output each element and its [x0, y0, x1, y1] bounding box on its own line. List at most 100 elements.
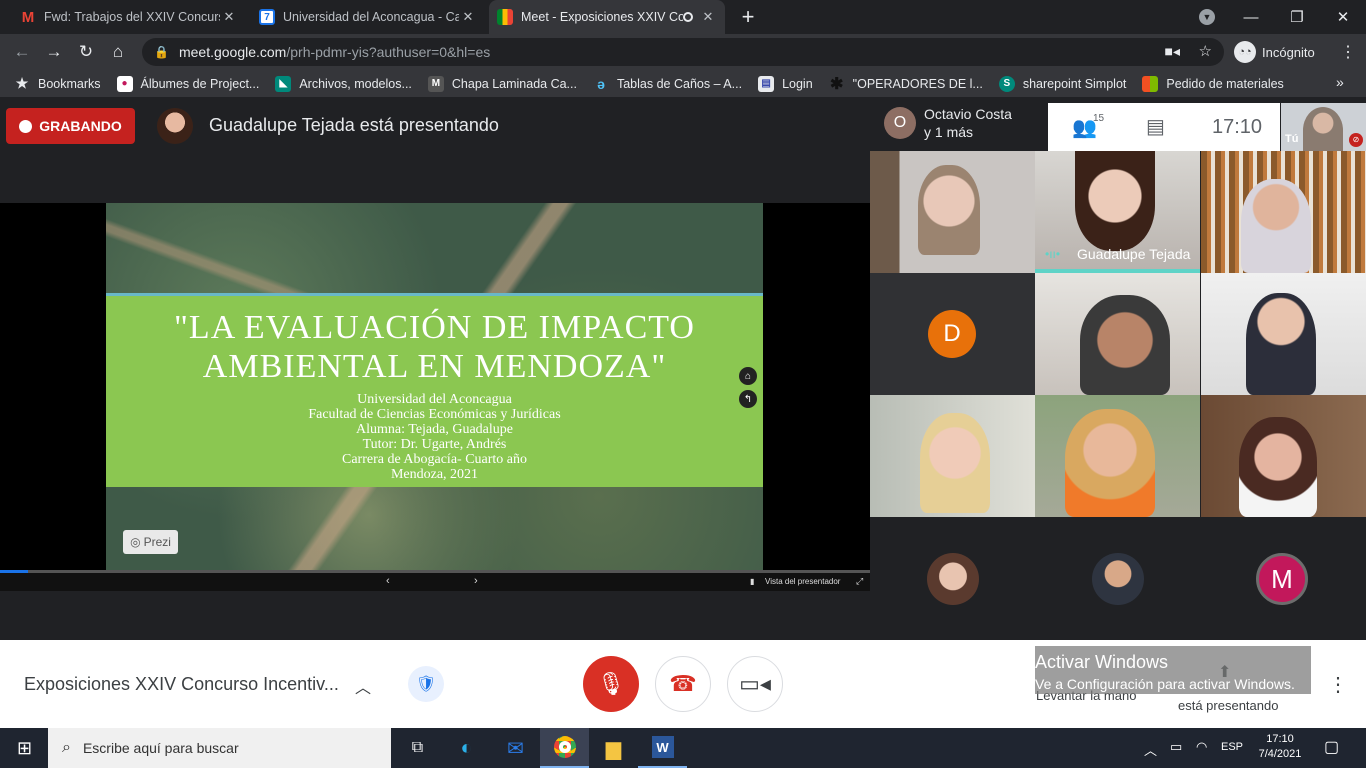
close-window-icon[interactable]: ✕	[1320, 0, 1366, 34]
participant-avatar[interactable]	[927, 553, 979, 605]
tab-gmail[interactable]: M Fwd: Trabajos del XXIV Concurso ✕	[12, 0, 246, 34]
participant-tile[interactable]	[1201, 273, 1366, 395]
participant-tile[interactable]	[1035, 273, 1200, 395]
tab-search-icon[interactable]: ▼	[1199, 9, 1215, 25]
chevron-up-icon[interactable]: ︿	[355, 674, 371, 698]
minimize-icon[interactable]: —	[1228, 0, 1274, 34]
participant-tile[interactable]	[1201, 395, 1366, 517]
close-tab-icon[interactable]: ✕	[459, 9, 477, 25]
reload-icon[interactable]: ↻	[70, 34, 102, 70]
taskbar-search[interactable]: ⌕ Escribe aquí para buscar	[48, 728, 391, 768]
site-icon: ✱	[829, 75, 844, 93]
recording-badge: GRABANDO	[6, 108, 135, 144]
incognito-label: Incógnito	[1262, 44, 1315, 60]
participant-initial-avatar: D	[928, 310, 976, 358]
forward-icon[interactable]: →	[38, 34, 70, 70]
participant-face	[1080, 295, 1170, 395]
mic-off-button[interactable]: 🎙	[583, 656, 639, 712]
next-slide-icon[interactable]: ›	[474, 575, 478, 587]
leave-call-button[interactable]: ☎	[655, 656, 711, 712]
close-tab-icon[interactable]: ✕	[699, 9, 717, 25]
camera-button[interactable]: ▭◂	[727, 656, 783, 712]
calendar-icon: 7	[259, 9, 275, 25]
tab-meet[interactable]: Meet - Exposiciones XXIV Co ✕	[489, 0, 725, 34]
network-icon[interactable]: ◠	[1196, 739, 1207, 755]
participant-tile[interactable]	[870, 151, 1035, 273]
site-icon: M	[427, 75, 444, 92]
participant-face	[1241, 179, 1311, 273]
bookmark-item[interactable]: ◣ Archivos, modelos...	[275, 75, 412, 92]
menu-kebab-icon[interactable]: ⋮	[1332, 34, 1364, 70]
new-tab-icon[interactable]: +	[737, 5, 759, 29]
recording-label: GRABANDO	[39, 118, 122, 134]
camera-blocked-icon[interactable]: ■◂	[1165, 43, 1180, 60]
language-indicator[interactable]: ESP	[1221, 741, 1243, 753]
participant-tile[interactable]: D	[870, 273, 1035, 395]
more-options-icon[interactable]: ⋮	[1328, 672, 1348, 697]
battery-icon[interactable]: ▭	[1170, 739, 1182, 755]
taskbar-clock[interactable]: 17:10 7/4/2021	[1250, 732, 1310, 762]
bookmark-label: Tablas de Caños – A...	[616, 76, 743, 91]
slide-line: Facultad de Ciencias Económicas y Jurídi…	[308, 407, 561, 422]
bookmark-label: "OPERADORES DE l...	[852, 76, 983, 91]
task-view-icon[interactable]: ⧉	[393, 728, 442, 768]
fullscreen-icon[interactable]: ⤢	[856, 576, 863, 587]
self-view-tile[interactable]: Tú ⊘	[1281, 103, 1366, 151]
bookmark-star-icon[interactable]: ☆	[1199, 42, 1212, 60]
presenter-view-label[interactable]: Vista del presentador	[765, 577, 840, 586]
tab-calendar[interactable]: 7 Universidad del Aconcagua - Cal ✕	[251, 0, 485, 34]
address-bar[interactable]: 🔒 meet.google.com/prh-pdmr-yis?authuser=…	[142, 38, 1224, 66]
meeting-title: Exposiciones XXIV Concurso Incentiv...	[24, 674, 339, 694]
back-icon[interactable]: ←	[6, 34, 38, 70]
participant-tile[interactable]	[1201, 151, 1366, 273]
bookmark-item[interactable]: ✱ "OPERADORES DE l...	[829, 75, 983, 93]
bookmark-item[interactable]: Ssharepoint Simplot	[998, 75, 1126, 92]
self-video	[1303, 107, 1343, 151]
slide-line: Tutor: Dr. Ugarte, Andrés	[362, 437, 507, 452]
bookmark-item[interactable]: ★ Bookmarks	[14, 75, 101, 92]
slide-title-band: "LA EVALUACIÓN DE IMPACTO AMBIENTAL EN M…	[106, 293, 763, 487]
bookmark-item[interactable]: M Chapa Laminada Ca...	[427, 75, 577, 92]
camera-icon: ▭◂	[739, 671, 771, 696]
tray-chevron-icon[interactable]: ︿	[1144, 740, 1157, 759]
bookmark-item[interactable]: ▤ Login	[758, 75, 813, 92]
participant-tile[interactable]	[1035, 395, 1200, 517]
participant-avatar[interactable]	[1092, 553, 1144, 605]
tab-title: Fwd: Trabajos del XXIV Concurso	[44, 10, 220, 24]
presenting-label[interactable]: está presentando	[1178, 698, 1278, 713]
speaking-indicator-icon: •ıı•	[1045, 247, 1061, 261]
prezi-badge[interactable]: ◎ Prezi	[123, 530, 178, 554]
bookmark-item[interactable]: Pedido de materiales	[1142, 75, 1284, 92]
bookmark-item[interactable]: ● Álbumes de Project...	[116, 75, 259, 92]
file-explorer-icon[interactable]: ▆	[589, 728, 638, 768]
restore-icon[interactable]: ❐	[1274, 0, 1320, 34]
participant-face	[918, 165, 980, 255]
edge-icon[interactable]: ◐	[442, 728, 491, 768]
lock-icon: 🔒	[154, 45, 169, 59]
participant-tile[interactable]	[870, 395, 1035, 517]
security-shield-icon[interactable]: 🛡	[408, 666, 444, 702]
home-icon[interactable]: ⌂	[102, 34, 134, 70]
participant-tile-speaking[interactable]: •ıı• Guadalupe Tejada	[1035, 151, 1200, 273]
prezi-back-icon[interactable]: ↰	[739, 390, 757, 408]
prezi-home-icon[interactable]: ⌂	[739, 367, 757, 385]
chrome-icon[interactable]	[540, 728, 589, 768]
prezi-label: Prezi	[143, 535, 171, 549]
chat-icon[interactable]: ▤	[1146, 114, 1165, 139]
muted-mic-icon: ⊘	[1349, 133, 1363, 147]
mail-icon[interactable]: ✉	[491, 728, 540, 768]
bookmark-item[interactable]: ə Tablas de Caños – A...	[593, 76, 742, 92]
participant-face	[1065, 409, 1155, 517]
activate-subtitle: Ve a Configuración para activar Windows.	[1035, 676, 1295, 692]
participant-initial-avatar[interactable]: M	[1256, 553, 1308, 605]
bookmarks-overflow-icon[interactable]: »	[1336, 74, 1344, 90]
prev-slide-icon[interactable]: ‹	[386, 575, 390, 587]
gmail-icon: M	[21, 8, 35, 26]
close-tab-icon[interactable]: ✕	[220, 9, 238, 25]
bookmarks-bar: ★ Bookmarks ● Álbumes de Project... ◣ Archi…	[0, 70, 1366, 98]
notifications-icon[interactable]: ▢	[1324, 737, 1339, 757]
word-icon[interactable]: W	[638, 728, 687, 768]
tab-title: Meet - Exposiciones XXIV Co	[521, 10, 683, 24]
incognito-indicator[interactable]: ◔◔ Incógnito	[1234, 40, 1315, 64]
windows-start-icon[interactable]: ⊞	[0, 728, 49, 768]
